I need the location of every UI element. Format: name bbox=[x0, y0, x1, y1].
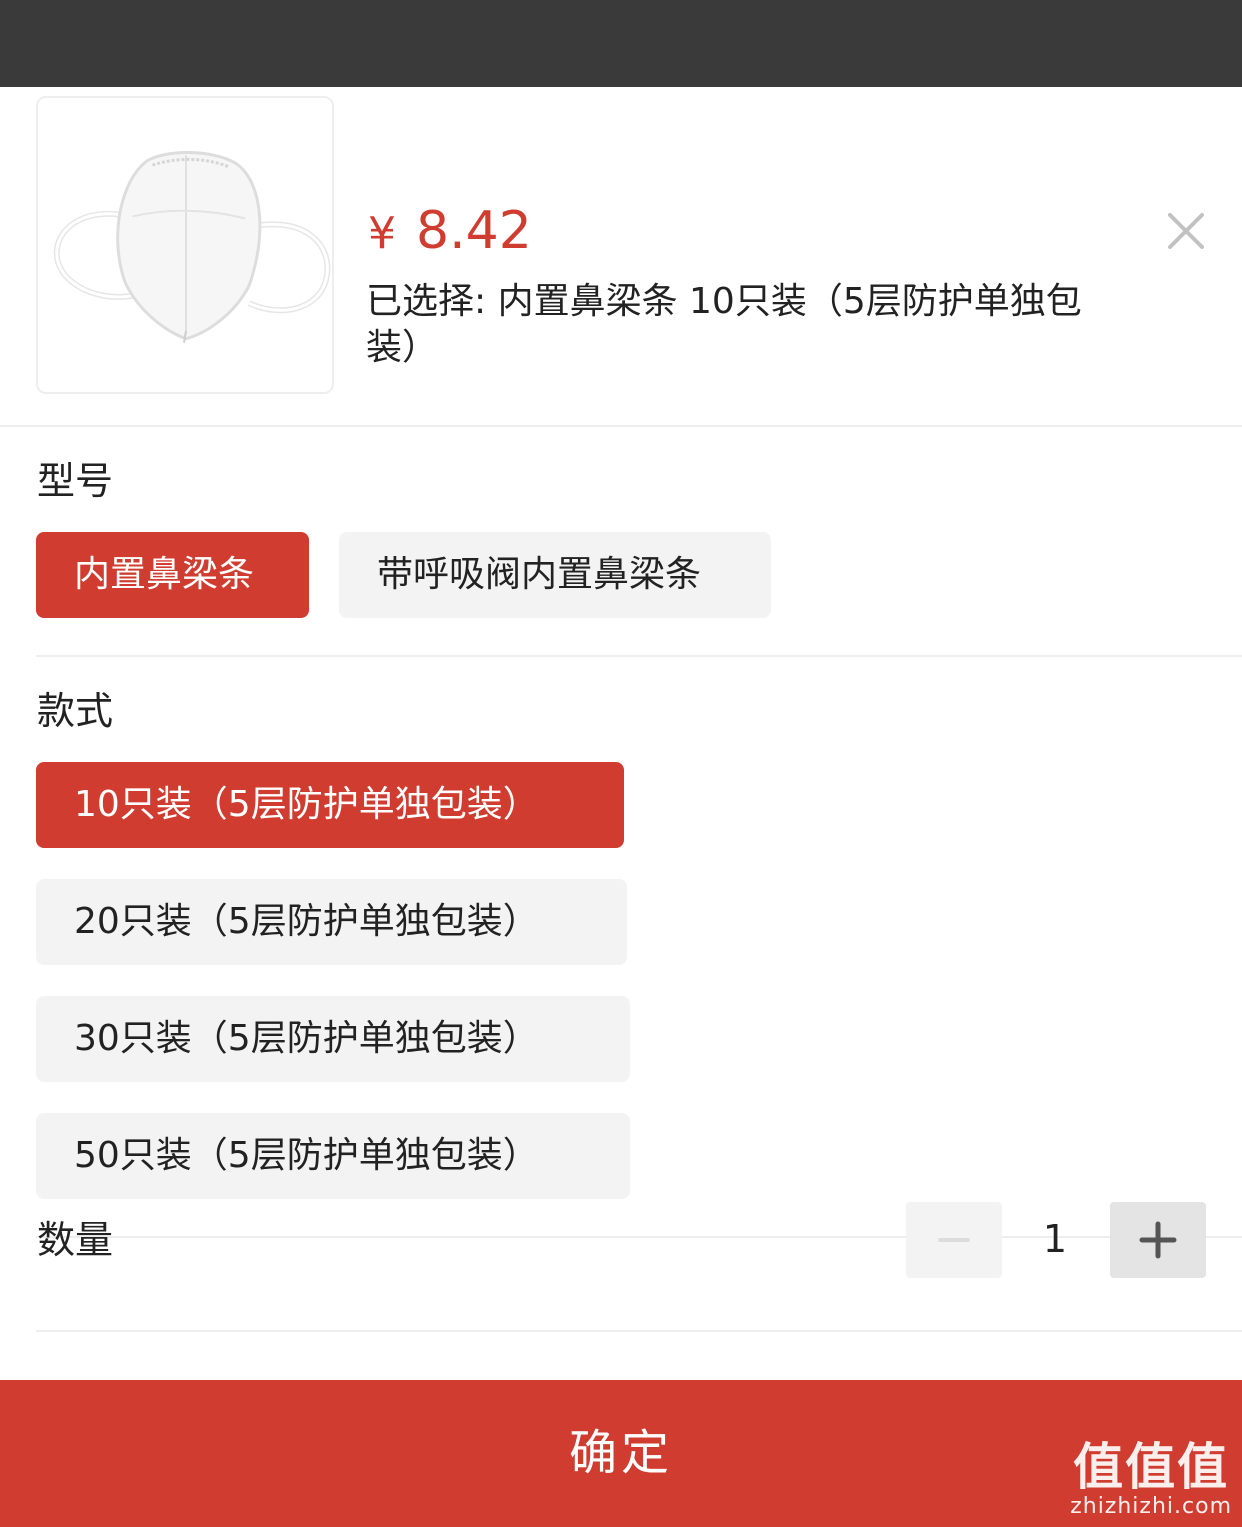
mask-image bbox=[53, 151, 331, 343]
header-divider bbox=[0, 425, 1242, 427]
watermark-text: 值值值 bbox=[1073, 1438, 1230, 1496]
quantity-divider bbox=[36, 1330, 1242, 1332]
product-thumbnail bbox=[36, 96, 334, 394]
plus-icon bbox=[1139, 1221, 1177, 1259]
model-option-valve-nose-bridge[interactable]: 带呼吸阀内置鼻梁条 bbox=[339, 532, 771, 618]
watermark-url: zhizhizhi.com bbox=[1070, 1494, 1232, 1519]
quantity-value[interactable]: 1 bbox=[1010, 1214, 1100, 1264]
model-option-nose-bridge[interactable]: 内置鼻梁条 bbox=[36, 532, 309, 618]
confirm-label: 确定 bbox=[568, 1425, 673, 1481]
selected-summary: 已选择: 内置鼻梁条 10只装（5层防护单独包装） bbox=[366, 281, 1082, 368]
quantity-label: 数量 bbox=[37, 1218, 114, 1262]
top-overlay-bar bbox=[0, 0, 1242, 87]
close-button[interactable] bbox=[1162, 207, 1210, 255]
minus-icon bbox=[938, 1238, 970, 1242]
model-divider bbox=[36, 655, 1242, 657]
confirm-button[interactable]: 确定 bbox=[0, 1380, 1242, 1527]
model-section-title: 型号 bbox=[37, 459, 114, 503]
quantity-increase-button[interactable] bbox=[1110, 1202, 1206, 1278]
style-option-50-pack[interactable]: 50只装（5层防护单独包装） bbox=[36, 1113, 630, 1199]
style-option-10-pack[interactable]: 10只装（5层防护单独包装） bbox=[36, 762, 624, 848]
watermark-logo: 值值值 zhizhizhi.com bbox=[1070, 1439, 1232, 1519]
style-section-title: 款式 bbox=[37, 689, 114, 733]
style-option-20-pack[interactable]: 20只装（5层防护单独包装） bbox=[36, 879, 627, 965]
close-icon bbox=[1168, 213, 1204, 249]
currency-symbol: ¥ bbox=[368, 208, 396, 259]
product-price: ¥8.42 bbox=[368, 199, 532, 266]
price-value: 8.42 bbox=[416, 201, 532, 261]
quantity-decrease-button[interactable] bbox=[906, 1202, 1002, 1278]
style-option-30-pack[interactable]: 30只装（5层防护单独包装） bbox=[36, 996, 630, 1082]
sku-selector-sheet: ¥8.42 已选择: 内置鼻梁条 10只装（5层防护单独包装） 型号 内置鼻梁条… bbox=[0, 87, 1242, 1527]
